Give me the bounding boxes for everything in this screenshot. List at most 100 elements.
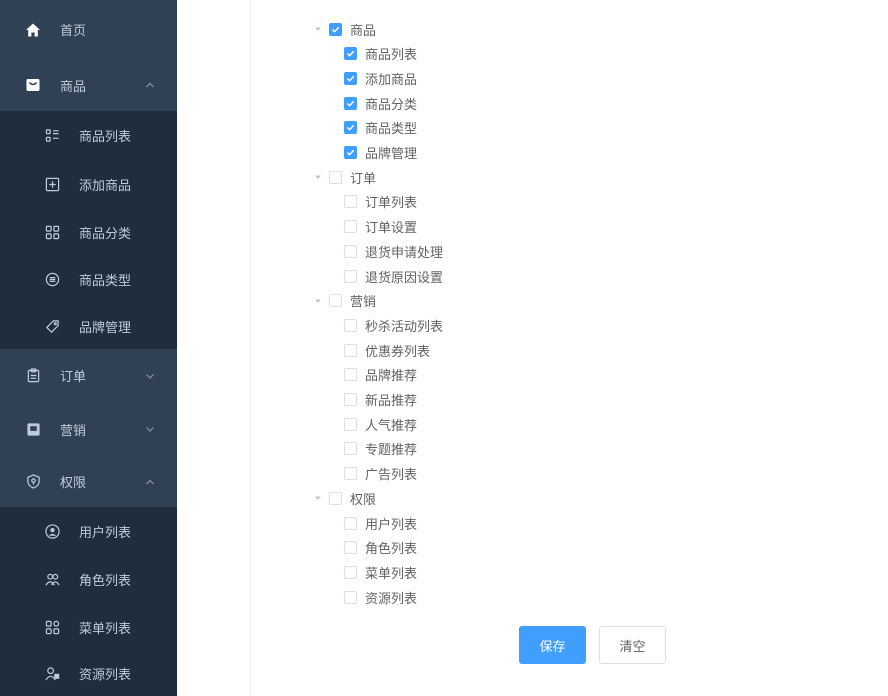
- caret-down-icon[interactable]: [313, 493, 323, 503]
- sidebar-item-label: 品牌管理: [79, 320, 132, 336]
- sidebar-item-role-list[interactable]: 角色列表: [0, 555, 177, 603]
- sidebar-item-label: 资源列表: [79, 668, 132, 683]
- tree-node[interactable]: 品牌推荐: [344, 364, 417, 386]
- tree-node-label: 资源列表: [365, 591, 418, 607]
- checkbox[interactable]: [344, 541, 357, 555]
- checkbox[interactable]: [344, 220, 357, 234]
- sidebar-item-home[interactable]: 首页: [0, 0, 177, 59]
- product-icon: [24, 76, 42, 94]
- tree-node[interactable]: 订单列表: [344, 191, 417, 213]
- tree-node-group[interactable]: 权限: [313, 487, 376, 509]
- tree-node[interactable]: 用户列表: [344, 512, 417, 534]
- tree-node-label: 营销: [350, 295, 377, 311]
- checkbox[interactable]: [344, 417, 357, 431]
- tree-node[interactable]: 品牌管理: [344, 142, 417, 164]
- tree-node[interactable]: 资源列表: [344, 586, 417, 608]
- tree-node-label: 专题推荐: [365, 443, 418, 459]
- tree-node-group[interactable]: 订单: [313, 166, 376, 188]
- checkbox[interactable]: [344, 244, 357, 258]
- tree-node-label: 商品: [350, 23, 377, 39]
- checkbox[interactable]: [344, 343, 357, 357]
- checkbox-checked[interactable]: [344, 121, 357, 135]
- sidebar-item-product-type[interactable]: 商品类型: [0, 256, 177, 303]
- checkbox[interactable]: [344, 565, 357, 579]
- sidebar-item-order[interactable]: 订单: [0, 349, 177, 402]
- tree-node-label: 新品推荐: [365, 394, 418, 409]
- chevron-down-icon: [145, 371, 155, 381]
- sidebar-item-label: 商品分类: [79, 226, 132, 242]
- role-icon: [43, 570, 61, 588]
- tree-node-label: 添加商品: [365, 72, 418, 88]
- home-icon: [24, 21, 42, 39]
- tree-node[interactable]: 专题推荐: [344, 438, 417, 460]
- tree-node-label: 菜单列表: [365, 566, 418, 582]
- tree-node-label: 订单列表: [365, 196, 418, 212]
- tree-node[interactable]: 人气推荐: [344, 413, 417, 435]
- checkbox-checked[interactable]: [329, 22, 342, 36]
- tree-node[interactable]: 退货申请处理: [344, 240, 443, 262]
- tree-node[interactable]: 新品推荐: [344, 389, 417, 411]
- caret-down-icon[interactable]: [313, 296, 323, 306]
- tree-node[interactable]: 角色列表: [344, 537, 417, 559]
- tree-node[interactable]: 商品类型: [344, 117, 417, 139]
- checkbox[interactable]: [344, 393, 357, 406]
- tree-node[interactable]: 菜单列表: [344, 561, 417, 583]
- chevron-up-icon: [145, 477, 155, 487]
- checkbox[interactable]: [329, 491, 342, 505]
- checkbox[interactable]: [329, 294, 342, 308]
- sidebar-item-user-list[interactable]: 用户列表: [0, 507, 177, 555]
- tree-node-label: 商品类型: [365, 122, 418, 138]
- checkbox[interactable]: [344, 269, 357, 283]
- permission-tree-panel: 商品商品列表添加商品商品分类商品类型品牌管理订单订单列表订单设置退货申请处理退货…: [250, 0, 888, 696]
- sidebar-item-label: 权限: [60, 476, 87, 491]
- checkbox-checked[interactable]: [344, 47, 357, 61]
- tree-node[interactable]: 广告列表: [344, 463, 417, 485]
- tree-node[interactable]: 秒杀活动列表: [344, 314, 443, 336]
- clear-button[interactable]: 清空: [599, 626, 666, 664]
- sidebar-item-label: 菜单列表: [79, 621, 132, 637]
- tree-node[interactable]: 退货原因设置: [344, 265, 443, 287]
- checkbox[interactable]: [344, 442, 357, 456]
- tree-node[interactable]: 优惠券列表: [344, 339, 430, 361]
- tree-node-label: 商品分类: [365, 97, 418, 113]
- checkbox-checked[interactable]: [344, 96, 357, 110]
- tree-node[interactable]: 商品分类: [344, 92, 417, 114]
- sidebar-item-product[interactable]: 商品: [0, 59, 177, 111]
- sidebar-item-menu-list[interactable]: 菜单列表: [0, 603, 177, 651]
- sidebar-item-product-category[interactable]: 商品分类: [0, 208, 177, 256]
- checkbox[interactable]: [344, 318, 357, 332]
- caret-down-icon[interactable]: [313, 24, 323, 34]
- tree-node-group[interactable]: 营销: [313, 290, 376, 312]
- sidebar-item-add-product[interactable]: 添加商品: [0, 160, 177, 208]
- checkbox[interactable]: [344, 590, 357, 604]
- tree-node[interactable]: 订单设置: [344, 216, 417, 238]
- sidebar-item-permission[interactable]: 权限: [0, 456, 177, 507]
- sidebar-item-brand-manage[interactable]: 品牌管理: [0, 303, 177, 349]
- tree-node-group[interactable]: 商品: [313, 18, 376, 40]
- save-button[interactable]: 保存: [519, 626, 586, 664]
- tree-node[interactable]: 添加商品: [344, 67, 417, 89]
- checkbox-checked[interactable]: [344, 146, 357, 159]
- checkbox[interactable]: [344, 516, 357, 530]
- sidebar-item-label: 商品: [60, 79, 87, 95]
- checkbox-checked[interactable]: [344, 71, 357, 85]
- caret-down-icon[interactable]: [313, 172, 323, 182]
- checkbox[interactable]: [344, 368, 357, 382]
- tree-node-label: 广告列表: [365, 468, 418, 484]
- tree-node-label: 订单: [350, 171, 377, 187]
- checkbox[interactable]: [344, 467, 357, 481]
- sidebar-item-label: 角色列表: [79, 573, 132, 589]
- tree-node-label: 退货申请处理: [365, 245, 444, 261]
- tree-node-label: 订单设置: [365, 221, 418, 237]
- sidebar-item-marketing[interactable]: 营销: [0, 402, 177, 456]
- sidebar-item-product-list[interactable]: 商品列表: [0, 111, 177, 160]
- resource-icon: [43, 665, 61, 683]
- tree-node[interactable]: 商品列表: [344, 43, 417, 65]
- marketing-icon: [24, 420, 42, 438]
- sidebar-item-label: 营销: [60, 423, 87, 439]
- checkbox[interactable]: [329, 170, 342, 184]
- sidebar-item-resource-list[interactable]: 资源列表: [0, 651, 177, 696]
- sidebar-item-label: 首页: [60, 24, 87, 39]
- checkbox[interactable]: [344, 195, 357, 209]
- sidebar-item-label: 商品列表: [79, 130, 132, 145]
